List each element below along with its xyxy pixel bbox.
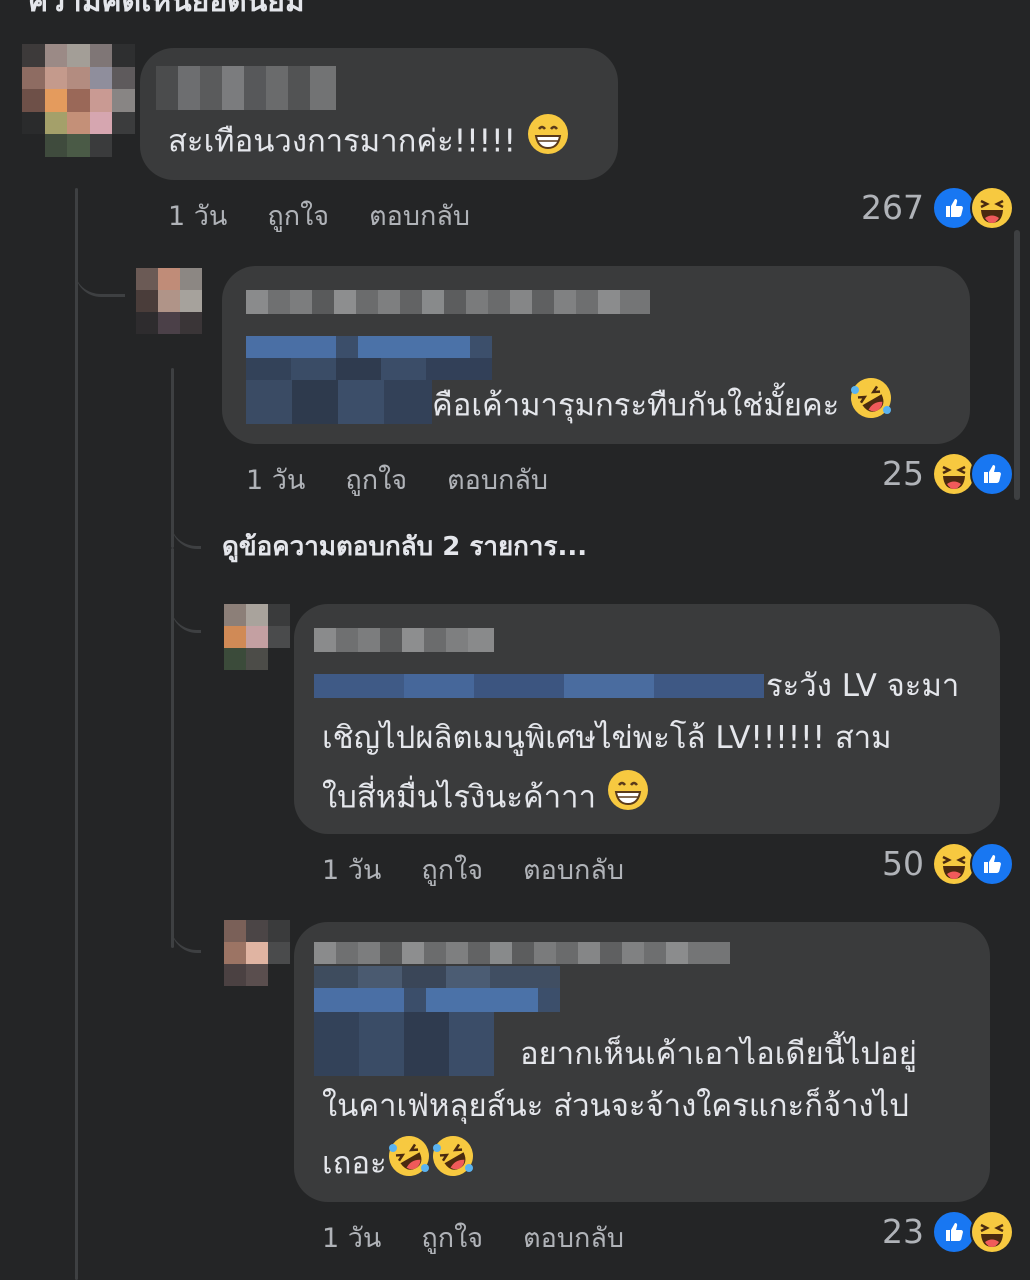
grinning-emoji-icon xyxy=(526,112,570,174)
comment-bubble: อยากเห็นเค้าเอาไอเดียนี้ไปอยู่ ในคาเฟ่หล… xyxy=(294,922,990,1202)
scrollbar[interactable] xyxy=(1014,230,1020,500)
comment-time[interactable]: 1 วัน xyxy=(322,848,381,891)
tagged-user-redacted[interactable] xyxy=(246,380,432,424)
thread-connector xyxy=(75,248,125,297)
comment-bubble: ระวัง LV จะมา เชิญไปผลิตเมนูพิเศษไข่พะโล… xyxy=(294,604,1000,834)
like-icon xyxy=(970,452,1014,496)
commenter-name-redacted[interactable] xyxy=(156,66,336,110)
comment-text: สะเทือนวงการมากค่ะ!!!!! xyxy=(168,112,570,174)
avatar[interactable] xyxy=(224,920,290,986)
comment-actions: 1 วัน ถูกใจ ตอบกลับ xyxy=(322,848,624,891)
rofl-emoji-icon xyxy=(431,1134,475,1196)
tagged-user-redacted[interactable] xyxy=(314,966,560,988)
tagged-user-redacted[interactable] xyxy=(314,674,764,698)
tagged-user-redacted[interactable] xyxy=(314,1012,494,1076)
thread-connector xyxy=(171,590,201,633)
commenter-name-redacted[interactable] xyxy=(314,628,494,652)
comment-text-line: ในคาเฟ่หลุยส์นะ ส่วนจะจ้างใครแกะก็จ้างไป xyxy=(322,1088,909,1124)
haha-icon xyxy=(970,1210,1014,1254)
view-more-replies-link[interactable]: ดูข้อความตอบกลับ 2 รายการ... xyxy=(222,526,587,567)
reaction-icons[interactable] xyxy=(932,842,1014,886)
thread-connector xyxy=(171,906,201,953)
comment-text: คือเค้ามารุมกระทืบกันใช่มั้ยคะ xyxy=(432,376,893,438)
comment-bubble: สะเทือนวงการมากค่ะ!!!!! xyxy=(140,48,618,180)
comment-text-line: ระวัง LV จะมา xyxy=(766,668,960,704)
reply-button[interactable]: ตอบกลับ xyxy=(523,1216,624,1259)
comment-text: เถอะ xyxy=(322,1134,475,1196)
like-button[interactable]: ถูกใจ xyxy=(345,458,407,501)
comment-actions: 1 วัน ถูกใจ ตอบกลับ xyxy=(322,1216,624,1259)
commenter-name-redacted[interactable] xyxy=(314,942,730,964)
like-button[interactable]: ถูกใจ xyxy=(267,194,329,237)
thread-connector xyxy=(171,500,201,549)
section-title: ความคิดเห็นยอดนิยม xyxy=(28,0,305,19)
commenter-name-redacted[interactable] xyxy=(246,290,650,314)
avatar[interactable] xyxy=(136,268,202,334)
reaction-count[interactable]: 25 xyxy=(850,454,924,493)
comment-text-line: เชิญไปผลิตเมนูพิเศษไข่พะโล้ LV!!!!!! สาม xyxy=(322,720,892,756)
reply-button[interactable]: ตอบกลับ xyxy=(523,848,624,891)
comment-text-line: อยากเห็นเค้าเอาไอเดียนี้ไปอยู่ xyxy=(520,1036,917,1072)
reply-button[interactable]: ตอบกลับ xyxy=(447,458,548,501)
reply-button[interactable]: ตอบกลับ xyxy=(369,194,470,237)
comment-actions: 1 วัน ถูกใจ ตอบกลับ xyxy=(168,194,470,237)
comment-text: ใบสี่หมื่นไรงินะค้าาา xyxy=(322,768,650,830)
tagged-user-redacted[interactable] xyxy=(246,336,492,358)
like-button[interactable]: ถูกใจ xyxy=(421,848,483,891)
thread-line-main xyxy=(75,188,78,1280)
avatar[interactable] xyxy=(224,604,290,670)
reaction-icons[interactable] xyxy=(932,186,1014,230)
haha-icon xyxy=(970,186,1014,230)
rofl-emoji-icon xyxy=(849,376,893,438)
reaction-count[interactable]: 267 xyxy=(840,188,924,227)
avatar[interactable] xyxy=(22,44,135,157)
reaction-icons[interactable] xyxy=(932,1210,1014,1254)
like-icon xyxy=(970,842,1014,886)
reaction-count[interactable]: 23 xyxy=(850,1212,924,1251)
reaction-count[interactable]: 50 xyxy=(850,844,924,883)
comment-bubble: คือเค้ามารุมกระทืบกันใช่มั้ยคะ xyxy=(222,266,970,444)
grinning-emoji-icon xyxy=(606,768,650,830)
reaction-icons[interactable] xyxy=(932,452,1014,496)
like-button[interactable]: ถูกใจ xyxy=(421,1216,483,1259)
tagged-user-redacted[interactable] xyxy=(314,988,560,1012)
comment-actions: 1 วัน ถูกใจ ตอบกลับ xyxy=(246,458,548,501)
comment-time[interactable]: 1 วัน xyxy=(246,458,305,501)
comment-time[interactable]: 1 วัน xyxy=(168,194,227,237)
comment-time[interactable]: 1 วัน xyxy=(322,1216,381,1259)
rofl-emoji-icon xyxy=(387,1134,431,1196)
